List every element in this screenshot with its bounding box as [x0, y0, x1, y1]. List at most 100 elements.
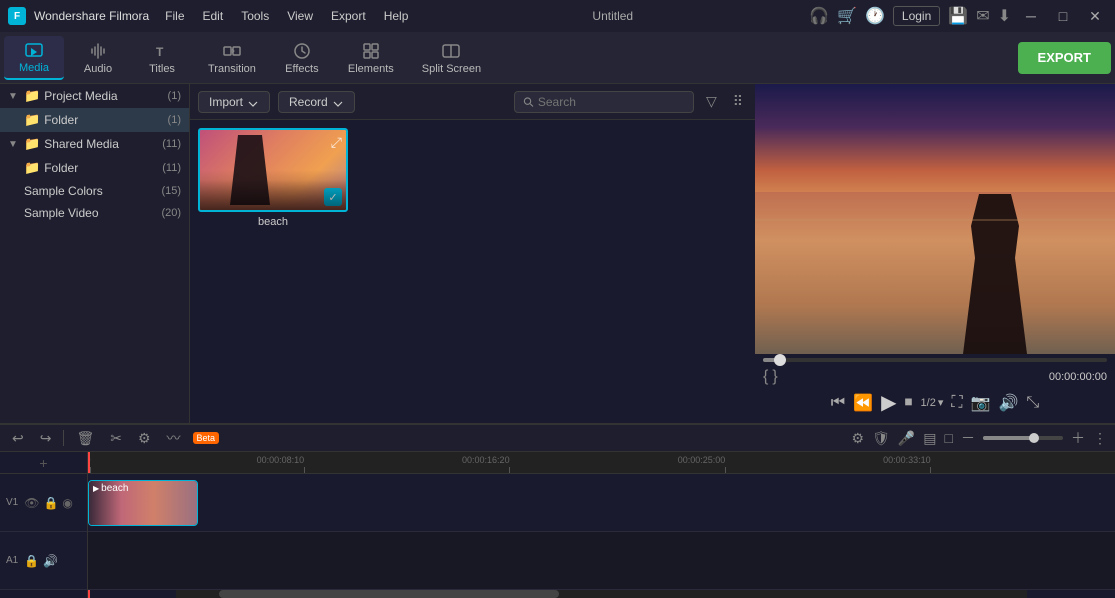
undo-button[interactable]: ↩	[8, 428, 28, 449]
frame-back-button[interactable]: ⏪	[853, 393, 873, 413]
cart-icon[interactable]: 🛒	[837, 6, 857, 26]
ruler-area: 00:00:00:00 00:00:08:10 00:00:16:20 00:0…	[88, 452, 1115, 598]
clock-icon[interactable]: 🕐	[865, 6, 885, 26]
audio-settings-icon[interactable]: ⚙	[852, 430, 865, 447]
caption-icon[interactable]: □	[945, 430, 953, 446]
track-color-icon[interactable]: ◉	[62, 496, 72, 510]
settings-button[interactable]: ⚙	[134, 428, 155, 449]
ruler-tick	[90, 467, 91, 473]
add-track-button[interactable]: +	[39, 455, 47, 471]
minimize-button[interactable]: ─	[1019, 4, 1043, 28]
grid-view-button[interactable]: ⠿	[729, 91, 747, 112]
import-button[interactable]: Import	[198, 91, 270, 113]
search-input[interactable]	[538, 95, 685, 109]
maximize-button[interactable]: □	[1051, 4, 1075, 28]
tab-audio[interactable]: Audio	[68, 37, 128, 79]
menu-file[interactable]: File	[157, 7, 192, 25]
timeline-toolbar: ↩ ↪ 🗑 ✂ ⚙ 〰 Beta ⚙ 🛡 🎤 ▤ □ － ＋ ⋮	[0, 425, 1115, 452]
fullscreen-button[interactable]: ⛶	[951, 394, 962, 412]
video-track-name: V1	[6, 497, 18, 508]
waveform-button[interactable]: 〰	[163, 426, 185, 450]
media-item-beach[interactable]: ⤢ ✓ beach	[198, 128, 348, 228]
text-icon[interactable]: ▤	[923, 430, 936, 447]
download-icon[interactable]: ⬇	[998, 6, 1011, 26]
horizontal-scrollbar[interactable]	[176, 590, 1027, 598]
speed-value: 1/2	[921, 397, 936, 409]
save-icon[interactable]: 💾	[948, 6, 968, 26]
tab-elements[interactable]: Elements	[336, 37, 406, 79]
timeline-ruler[interactable]: 00:00:00:00 00:00:08:10 00:00:16:20 00:0…	[88, 452, 1115, 474]
sample-video-count: (20)	[161, 207, 181, 219]
tree-folder-2[interactable]: 📁 Folder (11)	[0, 156, 189, 180]
more-options-icon[interactable]: ⋮	[1093, 430, 1107, 447]
shared-media-label: Shared Media	[44, 137, 158, 151]
search-icon	[523, 96, 534, 108]
tree-project-media[interactable]: ▼ 📁 Project Media (1)	[0, 84, 189, 108]
zoom-thumb[interactable]	[1029, 433, 1039, 443]
zoom-slider[interactable]	[983, 436, 1063, 440]
playhead-line	[88, 452, 90, 473]
cut-button[interactable]: ✂	[106, 428, 126, 449]
preview-video	[755, 84, 1115, 354]
delete-button[interactable]: 🗑	[72, 428, 98, 449]
progress-thumb[interactable]	[774, 354, 786, 366]
tab-transition[interactable]: Transition	[196, 37, 268, 79]
timeline: ↩ ↪ 🗑 ✂ ⚙ 〰 Beta ⚙ 🛡 🎤 ▤ □ － ＋ ⋮	[0, 423, 1115, 598]
tree-sample-colors[interactable]: Sample Colors (15)	[0, 180, 189, 202]
audio-track-row[interactable]	[88, 532, 1115, 590]
zoom-controls	[983, 436, 1063, 440]
tab-media[interactable]: Media	[4, 36, 64, 80]
step-back-button[interactable]: ⏮	[831, 394, 845, 412]
audio-track-label: A1 🔒 🔊	[0, 532, 87, 590]
ruler-label-2: 00:00:16:20	[462, 455, 510, 465]
record-label: Record	[289, 95, 328, 109]
headphones-icon-title[interactable]: 🎧	[809, 6, 829, 26]
menu-bar: File Edit Tools View Export Help	[157, 7, 416, 25]
track-volume-icon[interactable]: 🔊	[43, 554, 58, 568]
tree-sample-video[interactable]: Sample Video (20)	[0, 202, 189, 224]
tree-shared-media[interactable]: ▼ 📁 Shared Media (11)	[0, 132, 189, 156]
track-lock-icon[interactable]: 🔒	[43, 496, 58, 510]
title-bar: F Wondershare Filmora File Edit Tools Vi…	[0, 0, 1115, 32]
menu-edit[interactable]: Edit	[195, 7, 232, 25]
folder-icon: 📁	[24, 88, 40, 104]
menu-tools[interactable]: Tools	[233, 7, 277, 25]
beta-badge: Beta	[193, 432, 220, 444]
mic-icon[interactable]: 🎤	[898, 430, 915, 447]
zoom-in-icon[interactable]: ＋	[1071, 428, 1085, 448]
menu-help[interactable]: Help	[376, 7, 417, 25]
close-button[interactable]: ✕	[1083, 4, 1107, 28]
tab-effects[interactable]: Effects	[272, 37, 332, 79]
ruler-label-1: 00:00:08:10	[257, 455, 305, 465]
menu-view[interactable]: View	[279, 7, 321, 25]
pip-button[interactable]: ⤡	[1026, 394, 1039, 412]
snapshot-button[interactable]: 📷	[971, 393, 991, 413]
track-lock-icon[interactable]: 🔒	[24, 554, 39, 568]
menu-export[interactable]: Export	[323, 7, 374, 25]
search-box[interactable]	[514, 91, 694, 113]
stop-button[interactable]: ⏹	[905, 394, 913, 412]
volume-button[interactable]: 🔊	[998, 393, 1018, 413]
tree-folder-1[interactable]: 📁 Folder (1)	[0, 108, 189, 132]
tab-split-screen[interactable]: Split Screen	[410, 37, 493, 79]
message-icon[interactable]: ✉	[976, 6, 989, 26]
login-button[interactable]: Login	[893, 6, 940, 26]
tree-content: ▼ 📁 Project Media (1) 📁 Folder (1) ▼ 📁 S…	[0, 84, 189, 423]
speed-selector[interactable]: 1/2 ▾	[921, 396, 944, 409]
video-track-row[interactable]: ▶ beach	[88, 474, 1115, 532]
track-eye-icon[interactable]: 👁	[24, 496, 39, 510]
tab-titles[interactable]: T Titles	[132, 37, 192, 79]
export-button[interactable]: EXPORT	[1018, 42, 1111, 74]
play-button[interactable]: ▶	[881, 390, 896, 415]
record-button[interactable]: Record	[278, 91, 355, 113]
speed-chevron-icon: ▾	[938, 396, 944, 409]
zoom-out-icon[interactable]: －	[961, 428, 975, 448]
progress-bar[interactable]	[763, 358, 1107, 362]
filter-button[interactable]: ▽	[702, 91, 721, 112]
redo-button[interactable]: ↪	[36, 428, 56, 449]
shield-icon[interactable]: 🛡	[872, 430, 890, 447]
shared-media-count: (11)	[162, 138, 181, 150]
scrollbar-thumb[interactable]	[219, 590, 559, 598]
video-clip-beach[interactable]: ▶ beach	[88, 480, 198, 526]
sub-folder-icon: 📁	[24, 112, 40, 128]
